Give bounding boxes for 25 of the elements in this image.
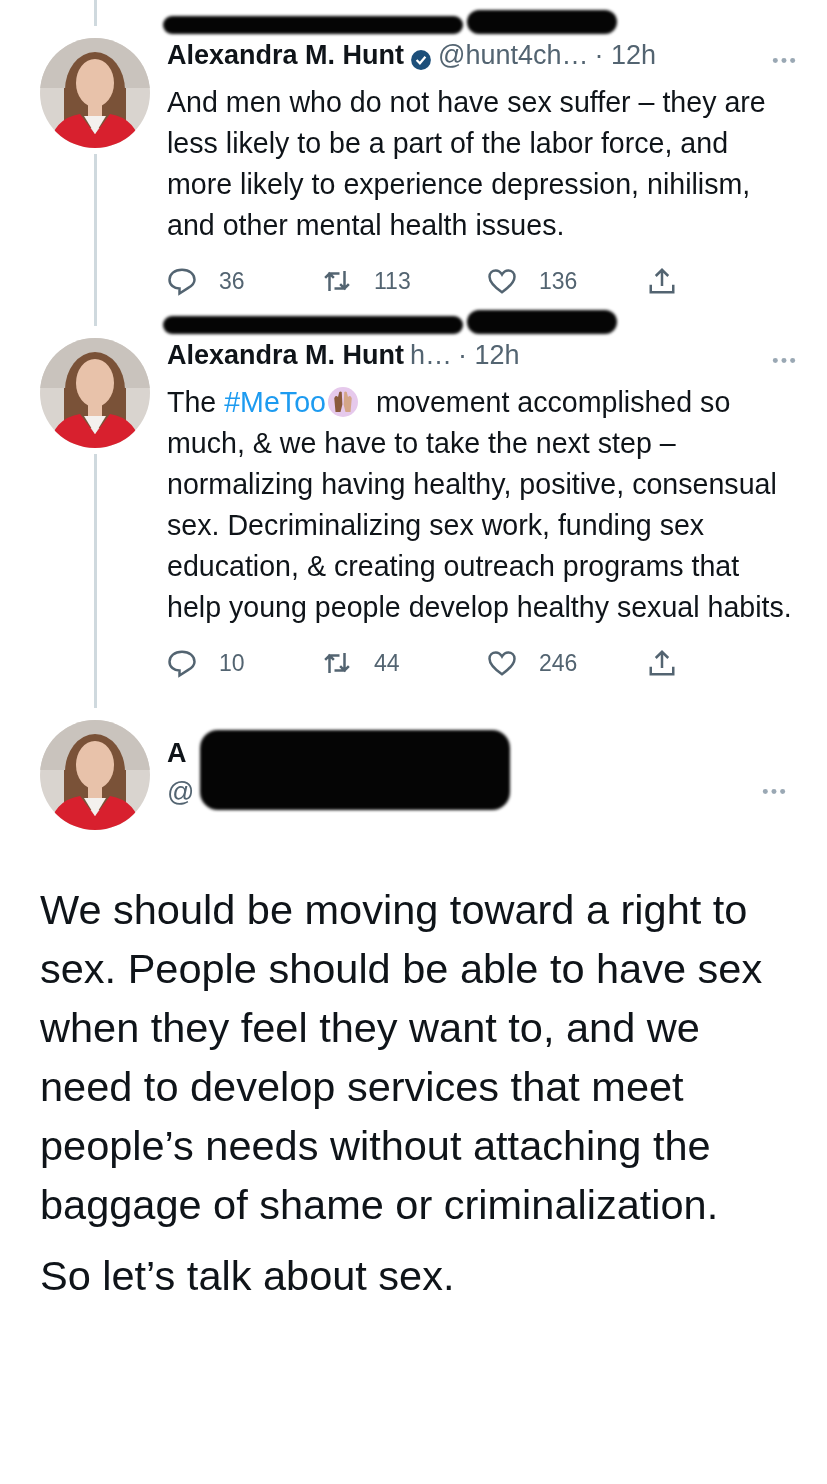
raised-hands-icon [327,387,358,417]
tweet-text: So let’s talk about sex. [40,1251,456,1301]
author-name[interactable]: Alexandra M. Hunt [167,40,405,71]
comment-icon[interactable] [167,266,197,296]
comment-icon[interactable] [167,648,197,678]
timestamp[interactable]: · 12h [594,40,657,71]
heart-icon[interactable] [487,266,517,296]
action-count: 10 [219,649,245,677]
author-name[interactable]: Alexandra M. Hunt [167,340,405,371]
author-handle[interactable]: @hunt4ch… [438,40,589,71]
tweet-text: And men who do not have sex suffer – they are less likely to be a part of the labor force, and more likely to experience depression, nihilism, and other mental health issues. [167,85,767,243]
action-count: 36 [219,267,245,295]
author-handle[interactable]: h… [410,340,453,371]
share-icon[interactable] [647,266,677,296]
action-count: 136 [539,267,578,295]
tweet-text: The #MeToo movement accomplished so much, & we have to take the next step – normalizing having healthy, positive, consensual sex. Decriminalizing sex work, funding sex education, & creating outreach programs that help young people develop healthy sexual habits. [167,385,792,625]
share-icon[interactable] [647,648,677,678]
action-count: 113 [374,267,411,295]
action-count: 44 [374,649,400,677]
action-count: 246 [539,649,578,677]
heart-icon[interactable] [487,648,517,678]
timestamp[interactable]: · 12h [458,340,520,371]
tweet-text: We should be moving toward a right to sex. People should be able to have sex when they feel they want to, and we need to develop services that meet people’s needs without attaching the baggage of shame or criminalization. [40,885,764,1230]
author-name[interactable]: A [167,738,195,769]
author-handle[interactable]: @ [167,777,195,808]
